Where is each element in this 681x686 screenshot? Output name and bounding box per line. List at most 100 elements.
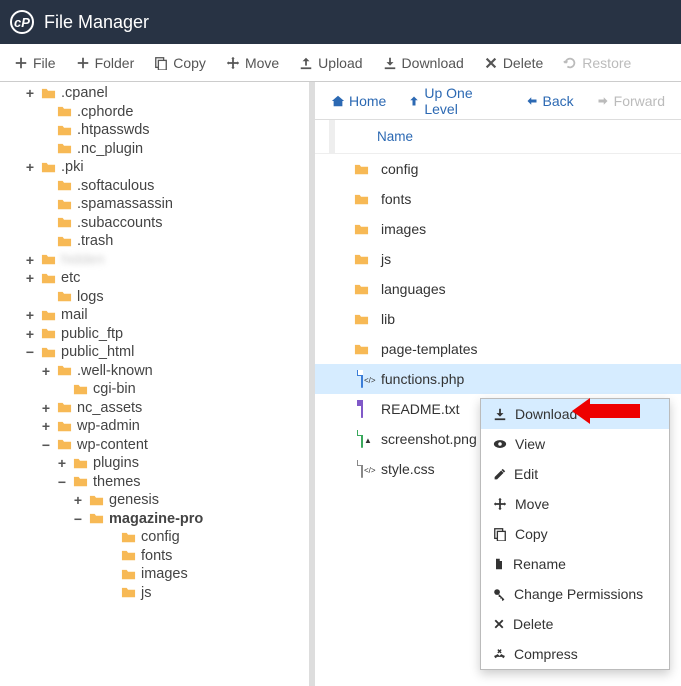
column-name[interactable]: Name: [377, 129, 413, 144]
tree-item[interactable]: cgi-bin: [4, 381, 309, 397]
list-header[interactable]: Name: [315, 120, 681, 154]
move-icon: [493, 497, 507, 511]
toolbar-label: Folder: [95, 55, 135, 71]
folder-button[interactable]: Folder: [66, 51, 145, 75]
list-item[interactable]: languages: [315, 274, 681, 304]
expand-toggle[interactable]: +: [40, 418, 52, 434]
tree-item[interactable]: − public_html: [4, 344, 309, 360]
move-button[interactable]: Move: [216, 51, 289, 75]
tree-label: cgi-bin: [93, 381, 136, 397]
list-item[interactable]: images: [315, 214, 681, 244]
expand-toggle[interactable]: −: [56, 474, 68, 490]
tree-item[interactable]: + hidden: [4, 252, 309, 268]
tree-item[interactable]: .softaculous: [4, 178, 309, 194]
expand-toggle[interactable]: +: [24, 307, 36, 323]
expand-toggle[interactable]: −: [40, 437, 52, 453]
list-item[interactable]: js: [315, 244, 681, 274]
file-name: config: [381, 161, 418, 177]
expand-toggle[interactable]: +: [24, 270, 36, 286]
upload-button[interactable]: Upload: [289, 51, 372, 75]
tree-label: .nc_plugin: [77, 141, 143, 157]
folder-icon: [353, 312, 371, 327]
toolbar-label: Move: [245, 55, 279, 71]
tree-item[interactable]: .trash: [4, 233, 309, 249]
list-item[interactable]: fonts: [315, 184, 681, 214]
list-item[interactable]: </>functions.php: [315, 364, 681, 394]
tree-item[interactable]: + .pki: [4, 159, 309, 175]
download-button[interactable]: Download: [373, 51, 474, 75]
expand-toggle[interactable]: −: [24, 344, 36, 360]
copy-icon: [154, 56, 168, 70]
tree-label: .well-known: [77, 363, 153, 379]
ctx-copy[interactable]: Copy: [481, 519, 669, 549]
annotation-arrow: [590, 404, 640, 418]
download-icon: [383, 56, 397, 70]
tree-item[interactable]: images: [4, 566, 309, 582]
file-button[interactable]: File: [4, 51, 66, 75]
tree-item[interactable]: + wp-admin: [4, 418, 309, 434]
tree-item[interactable]: + plugins: [4, 455, 309, 471]
folder-icon: [353, 192, 371, 207]
folder-icon: [56, 215, 73, 230]
expand-toggle[interactable]: +: [24, 85, 36, 101]
tree-item[interactable]: + .cpanel: [4, 85, 309, 101]
expand-toggle[interactable]: +: [40, 363, 52, 379]
toolbar: FileFolderCopyMoveUploadDownloadDeleteRe…: [0, 44, 681, 82]
expand-toggle[interactable]: +: [24, 252, 36, 268]
copy-icon: [493, 527, 507, 541]
tree-item[interactable]: .htpasswds: [4, 122, 309, 138]
folder-icon: [40, 86, 57, 101]
tree-label: etc: [61, 270, 80, 286]
expand-toggle[interactable]: +: [72, 492, 84, 508]
tree-item[interactable]: + etc: [4, 270, 309, 286]
list-item[interactable]: config: [315, 154, 681, 184]
tree-item[interactable]: + mail: [4, 307, 309, 323]
tree-item[interactable]: .subaccounts: [4, 215, 309, 231]
header: cP File Manager: [0, 0, 681, 44]
folder-icon: [56, 234, 73, 249]
forward-icon: [596, 95, 610, 107]
tree-item[interactable]: config: [4, 529, 309, 545]
tree-item[interactable]: .cphorde: [4, 104, 309, 120]
ctx-delete[interactable]: Delete: [481, 609, 669, 639]
tree-label: .trash: [77, 233, 113, 249]
copy-button[interactable]: Copy: [144, 51, 216, 75]
ctx-move[interactable]: Move: [481, 489, 669, 519]
tree-item[interactable]: .nc_plugin: [4, 141, 309, 157]
ctx-edit[interactable]: Edit: [481, 459, 669, 489]
delete-button[interactable]: Delete: [474, 51, 553, 75]
file-name: lib: [381, 311, 395, 327]
tree-item[interactable]: − themes: [4, 474, 309, 490]
ctx-compress[interactable]: Compress: [481, 639, 669, 669]
tree-item[interactable]: logs: [4, 289, 309, 305]
tree-item[interactable]: + genesis: [4, 492, 309, 508]
tree-label: .pki: [61, 159, 84, 175]
list-item[interactable]: page-templates: [315, 334, 681, 364]
tree-item[interactable]: − wp-content: [4, 437, 309, 453]
tree-item[interactable]: + public_ftp: [4, 326, 309, 342]
tree-item[interactable]: − magazine-pro: [4, 511, 309, 527]
folder-icon: [56, 178, 73, 193]
crumb-back[interactable]: Back: [517, 91, 582, 111]
expand-toggle[interactable]: +: [24, 326, 36, 342]
expand-toggle[interactable]: +: [56, 455, 68, 471]
ctx-rename[interactable]: Rename: [481, 549, 669, 579]
ctx-label: Move: [515, 496, 549, 512]
folder-tree[interactable]: + .cpanel .cphorde .htpasswds .nc_plugin…: [0, 82, 315, 686]
expand-toggle[interactable]: +: [40, 400, 52, 416]
ctx-change-permissions[interactable]: Change Permissions: [481, 579, 669, 609]
tree-item[interactable]: .spamassassin: [4, 196, 309, 212]
tree-item[interactable]: + nc_assets: [4, 400, 309, 416]
expand-toggle[interactable]: +: [24, 159, 36, 175]
up-icon: [408, 94, 420, 108]
tree-item[interactable]: + .well-known: [4, 363, 309, 379]
tree-item[interactable]: fonts: [4, 548, 309, 564]
expand-toggle[interactable]: −: [72, 511, 84, 527]
tree-item[interactable]: js: [4, 585, 309, 601]
ctx-view[interactable]: View: [481, 429, 669, 459]
file-name: fonts: [381, 191, 411, 207]
crumb-home[interactable]: Home: [323, 91, 394, 111]
crumb-up-one-level[interactable]: Up One Level: [400, 83, 510, 119]
folder-icon: [353, 282, 371, 297]
list-item[interactable]: lib: [315, 304, 681, 334]
